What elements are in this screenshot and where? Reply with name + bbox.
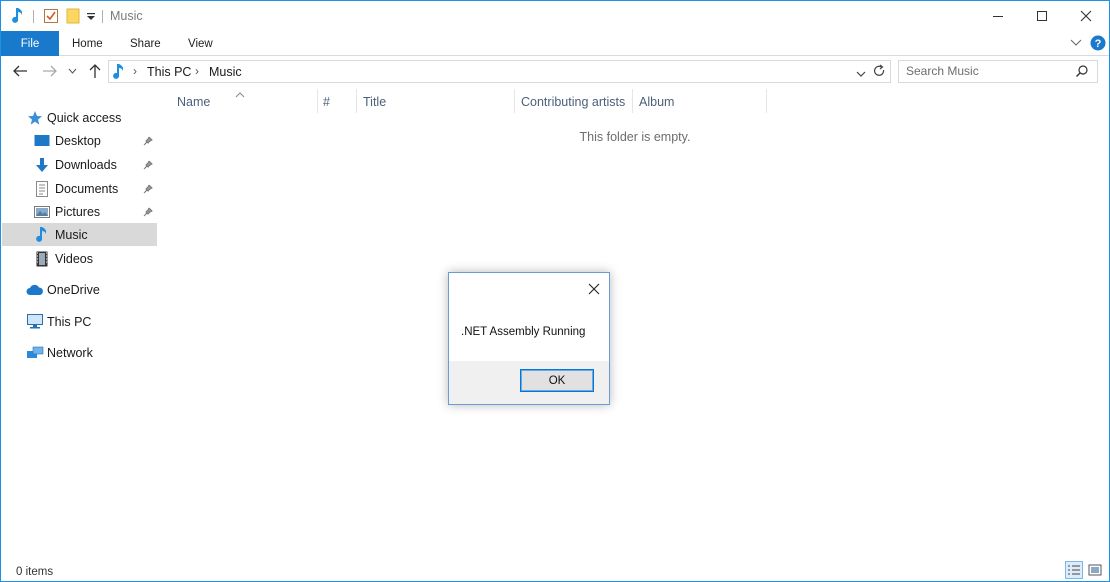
music-note-icon [9, 6, 27, 26]
breadcrumb-this-pc[interactable]: This PC [147, 65, 191, 79]
tab-view[interactable]: View [188, 31, 213, 56]
expand-ribbon-chevron-icon[interactable] [1067, 34, 1085, 52]
sidebar-item-onedrive[interactable]: OneDrive [2, 278, 157, 301]
dialog-message: .NET Assembly Running [461, 326, 586, 338]
sidebar-item-label: Quick access [47, 110, 122, 125]
help-icon[interactable]: ? [1089, 34, 1107, 52]
column-header-contributing-artists[interactable]: Contributing artists [521, 95, 625, 109]
sidebar-item-pictures[interactable]: Pictures [2, 200, 157, 223]
sidebar-item-downloads[interactable]: Downloads [2, 153, 157, 176]
refresh-icon[interactable] [872, 64, 888, 80]
sidebar-item-videos[interactable]: Videos [2, 247, 157, 270]
monitor-icon [26, 313, 44, 331]
sidebar-item-network[interactable]: Network [2, 341, 157, 364]
up-arrow-icon[interactable] [85, 59, 105, 83]
title-bar: Music [1, 1, 1109, 31]
message-dialog: .NET Assembly Running OK [448, 272, 610, 405]
file-explorer-window: Music File Home Share View ? › This PC ›… [0, 0, 1110, 582]
titlebar-divider [33, 10, 34, 23]
large-icons-view-button[interactable] [1086, 561, 1104, 579]
pin-icon[interactable] [142, 183, 154, 195]
close-button[interactable] [1063, 1, 1108, 31]
dialog-close-button[interactable] [582, 278, 606, 300]
ok-button[interactable]: OK [520, 369, 594, 392]
status-item-count: 0 items [16, 566, 54, 578]
titlebar-divider [102, 10, 103, 23]
picture-icon [33, 203, 51, 221]
column-divider[interactable] [766, 89, 767, 113]
sidebar-item-music[interactable]: Music [2, 223, 157, 246]
back-arrow-icon[interactable] [9, 59, 31, 83]
network-icon [26, 344, 44, 362]
search-box[interactable] [898, 60, 1098, 83]
sidebar-item-this-pc[interactable]: This PC [2, 310, 157, 333]
navigation-pane: Quick access Desktop Downloads Documents… [2, 101, 157, 401]
sidebar-item-label: This PC [47, 314, 92, 329]
pin-icon[interactable] [142, 159, 154, 171]
pin-icon[interactable] [142, 135, 154, 147]
column-divider[interactable] [514, 89, 515, 113]
column-divider[interactable] [317, 89, 318, 113]
column-header-album[interactable]: Album [639, 95, 674, 109]
desktop-icon [33, 132, 51, 150]
new-folder-icon[interactable] [64, 6, 82, 26]
sidebar-item-label: Videos [55, 251, 93, 266]
tab-share[interactable]: Share [130, 31, 161, 56]
address-history-dropdown-icon[interactable] [856, 67, 868, 77]
column-divider[interactable] [356, 89, 357, 113]
properties-checkbox-icon[interactable] [41, 6, 61, 26]
column-header-name[interactable]: Name [177, 95, 210, 109]
recent-locations-chevron-icon[interactable] [65, 59, 79, 83]
music-note-icon [112, 63, 128, 81]
tab-home[interactable]: Home [72, 31, 103, 56]
column-header-track-number[interactable]: # [323, 95, 330, 109]
cloud-icon [26, 281, 44, 299]
search-icon[interactable] [1075, 64, 1091, 80]
breadcrumb-music[interactable]: Music [209, 65, 242, 79]
ribbon-tabs: File Home Share View ? [1, 31, 1109, 56]
dialog-footer: OK [449, 361, 609, 404]
sidebar-item-label: Documents [55, 181, 119, 196]
sidebar-item-label: Network [47, 345, 93, 360]
column-header-title[interactable]: Title [363, 95, 386, 109]
search-input[interactable] [906, 64, 1066, 78]
large-icons-view-icon [1088, 564, 1102, 576]
sidebar-item-desktop[interactable]: Desktop [2, 129, 157, 152]
close-icon [588, 283, 600, 295]
tab-file[interactable]: File [1, 31, 59, 56]
document-icon [33, 180, 51, 198]
svg-text:?: ? [1095, 38, 1102, 50]
sidebar-item-documents[interactable]: Documents [2, 177, 157, 200]
details-view-icon [1068, 565, 1080, 575]
minimize-button[interactable] [975, 1, 1020, 31]
sort-ascending-indicator-icon [235, 87, 249, 98]
empty-folder-message: This folder is empty. [579, 130, 691, 144]
film-icon [33, 250, 51, 268]
sidebar-item-label: Music [55, 227, 88, 242]
download-arrow-icon [33, 156, 51, 174]
breadcrumb-separator-icon[interactable]: › [195, 64, 199, 78]
details-view-button[interactable] [1065, 561, 1083, 579]
sidebar-item-label: OneDrive [47, 282, 100, 297]
sidebar-item-label: Desktop [55, 133, 101, 148]
pin-icon[interactable] [142, 206, 154, 218]
customize-toolbar-dropdown-icon[interactable] [85, 6, 97, 26]
window-title: Music [110, 9, 143, 23]
maximize-button[interactable] [1019, 1, 1064, 31]
address-bar[interactable]: › This PC › Music [108, 60, 891, 83]
breadcrumb-separator-icon: › [133, 64, 137, 78]
music-note-icon [33, 226, 51, 244]
star-icon [26, 109, 44, 127]
column-divider[interactable] [632, 89, 633, 113]
sidebar-item-label: Pictures [55, 204, 101, 219]
sidebar-item-label: Downloads [55, 157, 117, 172]
sidebar-item-quick-access[interactable]: Quick access [2, 106, 157, 129]
forward-arrow-icon[interactable] [39, 59, 61, 83]
